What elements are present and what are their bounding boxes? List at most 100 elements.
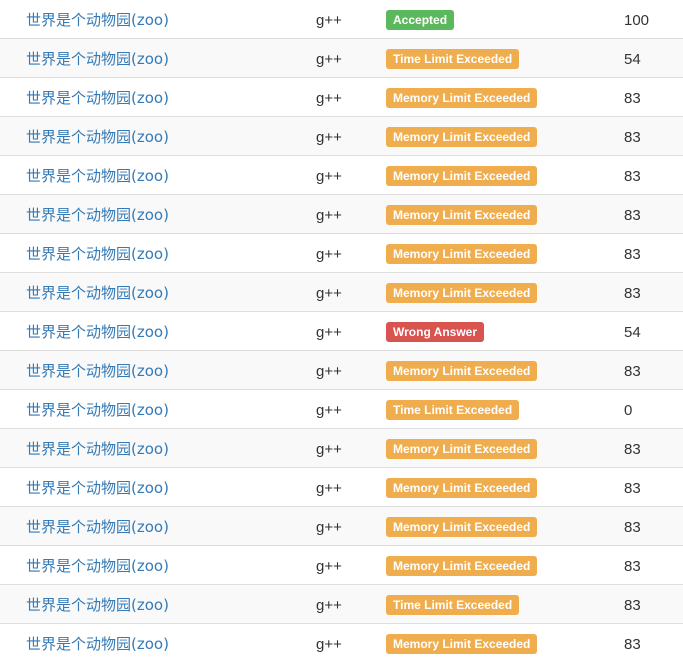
status-cell: Memory Limit Exceeded [386, 623, 624, 663]
problem-link[interactable]: 世界是个动物园(zoo) [26, 284, 169, 302]
problem-link[interactable]: 世界是个动物园(zoo) [26, 11, 169, 29]
language-label: g++ [316, 479, 342, 497]
status-cell: Memory Limit Exceeded [386, 77, 624, 117]
score-value: 83 [624, 479, 641, 497]
score-value: 0 [624, 401, 633, 419]
score-cell: 83 [624, 77, 683, 117]
status-badge[interactable]: Memory Limit Exceeded [386, 633, 538, 654]
problem-link[interactable]: 世界是个动物园(zoo) [26, 128, 169, 146]
status-badge[interactable]: Memory Limit Exceeded [386, 204, 538, 225]
status-badge[interactable]: Memory Limit Exceeded [386, 126, 538, 147]
score-cell: 83 [624, 350, 683, 390]
status-badge[interactable]: Memory Limit Exceeded [386, 516, 538, 537]
score-value: 54 [624, 323, 641, 341]
language-cell: g++ [316, 0, 386, 39]
table-row: 世界是个动物园(zoo) g++ Time Limit Exceeded 54 [0, 38, 683, 78]
table-row: 世界是个动物园(zoo) g++ Memory Limit Exceeded 8… [0, 506, 683, 546]
problem-cell: 世界是个动物园(zoo) [0, 350, 316, 390]
problem-cell: 世界是个动物园(zoo) [0, 623, 316, 663]
score-value: 83 [624, 206, 641, 224]
problem-link[interactable]: 世界是个动物园(zoo) [26, 89, 169, 107]
score-cell: 83 [624, 155, 683, 195]
status-badge[interactable]: Time Limit Exceeded [386, 594, 520, 615]
language-cell: g++ [316, 623, 386, 663]
problem-link[interactable]: 世界是个动物园(zoo) [26, 596, 169, 614]
language-cell: g++ [316, 584, 386, 624]
language-label: g++ [316, 557, 342, 575]
table-row: 世界是个动物园(zoo) g++ Memory Limit Exceeded 8… [0, 350, 683, 390]
status-cell: Memory Limit Exceeded [386, 545, 624, 585]
status-badge[interactable]: Memory Limit Exceeded [386, 438, 538, 459]
status-badge[interactable]: Wrong Answer [386, 321, 485, 342]
status-badge[interactable]: Memory Limit Exceeded [386, 477, 538, 498]
problem-link[interactable]: 世界是个动物园(zoo) [26, 479, 169, 497]
problem-cell: 世界是个动物园(zoo) [0, 389, 316, 429]
status-cell: Memory Limit Exceeded [386, 428, 624, 468]
status-cell: Accepted [386, 0, 624, 39]
problem-link[interactable]: 世界是个动物园(zoo) [26, 323, 169, 341]
problem-link[interactable]: 世界是个动物园(zoo) [26, 557, 169, 575]
table-row: 世界是个动物园(zoo) g++ Memory Limit Exceeded 8… [0, 194, 683, 234]
language-cell: g++ [316, 350, 386, 390]
problem-link[interactable]: 世界是个动物园(zoo) [26, 518, 169, 536]
status-badge[interactable]: Memory Limit Exceeded [386, 360, 538, 381]
language-cell: g++ [316, 272, 386, 312]
status-cell: Memory Limit Exceeded [386, 116, 624, 156]
language-label: g++ [316, 518, 342, 536]
language-cell: g++ [316, 38, 386, 78]
language-cell: g++ [316, 233, 386, 273]
score-cell: 54 [624, 311, 683, 351]
status-badge[interactable]: Memory Limit Exceeded [386, 555, 538, 576]
table-row: 世界是个动物园(zoo) g++ Memory Limit Exceeded 8… [0, 623, 683, 663]
language-label: g++ [316, 245, 342, 263]
score-value: 83 [624, 128, 641, 146]
status-badge[interactable]: Time Limit Exceeded [386, 48, 520, 69]
table-row: 世界是个动物园(zoo) g++ Memory Limit Exceeded 8… [0, 155, 683, 195]
score-value: 83 [624, 440, 641, 458]
status-badge[interactable]: Accepted [386, 9, 455, 30]
problem-cell: 世界是个动物园(zoo) [0, 311, 316, 351]
problem-link[interactable]: 世界是个动物园(zoo) [26, 440, 169, 458]
problem-link[interactable]: 世界是个动物园(zoo) [26, 245, 169, 263]
status-badge[interactable]: Memory Limit Exceeded [386, 87, 538, 108]
score-cell: 83 [624, 506, 683, 546]
table-row: 世界是个动物园(zoo) g++ Time Limit Exceeded 0 [0, 389, 683, 429]
score-cell: 0 [624, 389, 683, 429]
language-label: g++ [316, 11, 342, 29]
table-row: 世界是个动物园(zoo) g++ Memory Limit Exceeded 8… [0, 77, 683, 117]
language-label: g++ [316, 284, 342, 302]
language-cell: g++ [316, 155, 386, 195]
language-cell: g++ [316, 77, 386, 117]
problem-link[interactable]: 世界是个动物园(zoo) [26, 50, 169, 68]
language-label: g++ [316, 635, 342, 653]
status-badge[interactable]: Memory Limit Exceeded [386, 165, 538, 186]
problem-link[interactable]: 世界是个动物园(zoo) [26, 206, 169, 224]
problem-link[interactable]: 世界是个动物园(zoo) [26, 635, 169, 653]
submissions-table: 世界是个动物园(zoo) g++ Accepted 100 世界是个动物园(zo… [0, 0, 683, 663]
score-value: 83 [624, 557, 641, 575]
problem-link[interactable]: 世界是个动物园(zoo) [26, 167, 169, 185]
table-row: 世界是个动物园(zoo) g++ Memory Limit Exceeded 8… [0, 467, 683, 507]
score-cell: 83 [624, 233, 683, 273]
table-row: 世界是个动物园(zoo) g++ Memory Limit Exceeded 8… [0, 428, 683, 468]
language-cell: g++ [316, 467, 386, 507]
language-cell: g++ [316, 545, 386, 585]
status-cell: Memory Limit Exceeded [386, 467, 624, 507]
language-label: g++ [316, 167, 342, 185]
score-cell: 83 [624, 272, 683, 312]
problem-link[interactable]: 世界是个动物园(zoo) [26, 362, 169, 380]
problem-cell: 世界是个动物园(zoo) [0, 545, 316, 585]
table-row: 世界是个动物园(zoo) g++ Wrong Answer 54 [0, 311, 683, 351]
status-badge[interactable]: Memory Limit Exceeded [386, 243, 538, 264]
table-row: 世界是个动物园(zoo) g++ Time Limit Exceeded 83 [0, 584, 683, 624]
table-row: 世界是个动物园(zoo) g++ Memory Limit Exceeded 8… [0, 233, 683, 273]
language-cell: g++ [316, 428, 386, 468]
status-cell: Time Limit Exceeded [386, 389, 624, 429]
problem-cell: 世界是个动物园(zoo) [0, 194, 316, 234]
score-cell: 83 [624, 545, 683, 585]
status-badge[interactable]: Time Limit Exceeded [386, 399, 520, 420]
problem-link[interactable]: 世界是个动物园(zoo) [26, 401, 169, 419]
status-badge[interactable]: Memory Limit Exceeded [386, 282, 538, 303]
score-value: 83 [624, 284, 641, 302]
table-row: 世界是个动物园(zoo) g++ Memory Limit Exceeded 8… [0, 545, 683, 585]
